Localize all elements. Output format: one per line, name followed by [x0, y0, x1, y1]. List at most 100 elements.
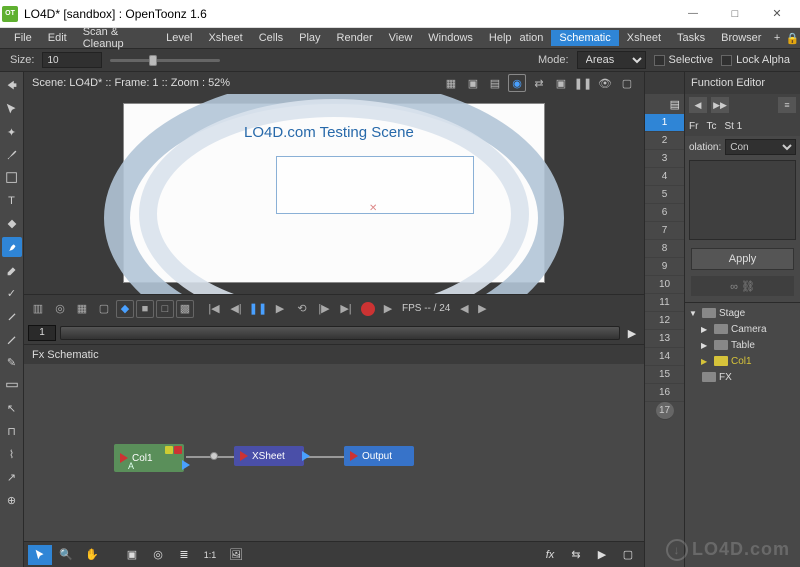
size-input[interactable] [42, 52, 102, 68]
frame-row-15[interactable]: 15 [645, 366, 684, 384]
tool-pinch[interactable]: ↖ [2, 398, 22, 418]
current-frame-input[interactable]: 1 [28, 325, 56, 341]
frame-row-10[interactable]: 10 [645, 276, 684, 294]
tool-hook[interactable]: ⊕ [2, 490, 22, 510]
frame-row-2[interactable]: 2 [645, 132, 684, 150]
frame-row-13[interactable]: 13 [645, 330, 684, 348]
playrange-arrow-icon[interactable]: ▶ [380, 299, 396, 319]
tree-stage[interactable]: ▼Stage [687, 305, 798, 321]
frame-row-6[interactable]: 6 [645, 204, 684, 222]
tool-type[interactable]: T [2, 191, 22, 211]
apply-button[interactable]: Apply [691, 248, 794, 270]
prev-frame-button[interactable]: ◀| [226, 299, 246, 319]
fps-up-button[interactable]: ▶ [474, 299, 490, 319]
tree-table[interactable]: ▶Table [687, 337, 798, 353]
tool-stylepicker[interactable] [2, 306, 22, 326]
checkbg-icon[interactable]: ▩ [176, 300, 194, 318]
schematic-fit-button[interactable]: ▣ [120, 545, 144, 565]
freeze-icon[interactable]: ❚❚ [574, 74, 592, 92]
tool-eraser[interactable] [2, 260, 22, 280]
tab-tc[interactable]: Tc [706, 121, 716, 132]
schematic-image-button[interactable]: 🖼 [224, 545, 248, 565]
pause-button[interactable]: ❚❚ [248, 299, 268, 319]
schematic-hand-tool[interactable]: ✋ [80, 545, 104, 565]
frame-row-5[interactable]: 5 [645, 186, 684, 204]
tool-paintbucket[interactable] [2, 237, 22, 257]
loop-button[interactable]: ⟲ [292, 299, 312, 319]
fps-down-button[interactable]: ◀ [456, 299, 472, 319]
3dview-icon[interactable]: ⇄ [530, 74, 548, 92]
node-xsheet[interactable]: XSheet [234, 446, 304, 466]
compare-icon[interactable]: ▦ [72, 299, 92, 319]
histogram-icon[interactable]: ▥ [28, 299, 48, 319]
tool-skeleton[interactable]: ↗ [2, 467, 22, 487]
schematic-reset-button[interactable]: 1:1 [198, 545, 222, 565]
onion-skin-toggle[interactable]: ▤ [645, 94, 684, 114]
frame-row-8[interactable]: 8 [645, 240, 684, 258]
mode-select[interactable]: Areas [577, 51, 646, 69]
schematic-reorder-button[interactable]: ≣ [172, 545, 196, 565]
frame-row-7[interactable]: 7 [645, 222, 684, 240]
tool-ruler[interactable] [2, 375, 22, 395]
menu-cells[interactable]: Cells [251, 30, 291, 46]
tool-paintbrush[interactable] [2, 145, 22, 165]
cameraview-icon[interactable]: ▣ [552, 74, 570, 92]
tab-st1[interactable]: St 1 [724, 121, 742, 132]
node-col1[interactable]: Col1 A [114, 444, 184, 472]
tool-geometry[interactable] [2, 168, 22, 188]
function-curve-area[interactable] [689, 160, 796, 240]
window-minimize-button[interactable] [672, 0, 714, 28]
record-button[interactable] [358, 299, 378, 319]
schematic-pointer-tool[interactable] [28, 545, 52, 565]
size-slider[interactable] [110, 52, 220, 68]
menu-level[interactable]: Level [158, 30, 200, 46]
frame-row-17[interactable]: 17 [656, 402, 674, 420]
tool-selection[interactable] [2, 99, 22, 119]
frame-row-3[interactable]: 3 [645, 150, 684, 168]
next-keyframe-button[interactable]: ▶▶ [711, 97, 729, 113]
room-tab-browser[interactable]: Browser [713, 30, 769, 46]
tool-brush[interactable]: ✦ [2, 122, 22, 142]
frame-row-9[interactable]: 9 [645, 258, 684, 276]
first-frame-button[interactable]: |◀ [204, 299, 224, 319]
menu-edit[interactable]: Edit [40, 30, 75, 46]
frame-row-12[interactable]: 12 [645, 312, 684, 330]
timeline-track[interactable] [60, 326, 620, 340]
tree-camera[interactable]: ▶Camera [687, 321, 798, 337]
room-tab-schematic[interactable]: Schematic [551, 30, 618, 46]
preview-icon[interactable]: 👁 [596, 74, 614, 92]
keyframe-options-button[interactable]: ≡ [778, 97, 796, 113]
frame-row-16[interactable]: 16 [645, 384, 684, 402]
new-room-button[interactable]: + [769, 32, 784, 44]
schematic-menu-button[interactable]: ▶ [590, 545, 614, 565]
bg-icon[interactable]: ◆ [116, 300, 134, 318]
define-subcamera-icon[interactable]: ▢ [94, 299, 114, 319]
camerastand-icon[interactable]: ◉ [508, 74, 526, 92]
window-close-button[interactable] [756, 0, 798, 28]
tool-fill[interactable] [2, 214, 22, 234]
menu-play[interactable]: Play [291, 30, 328, 46]
tool-tape[interactable]: ✓ [2, 283, 22, 303]
snapshot-icon[interactable]: ◎ [50, 299, 70, 319]
tab-fr[interactable]: Fr [689, 121, 698, 132]
play-button[interactable]: ▶ [270, 299, 290, 319]
schematic-zoom-tool[interactable]: 🔍 [54, 545, 78, 565]
whitebg-icon[interactable]: □ [156, 300, 174, 318]
frame-row-4[interactable]: 4 [645, 168, 684, 186]
room-tab-tasks[interactable]: Tasks [669, 30, 713, 46]
selective-checkbox[interactable]: Selective [654, 54, 714, 66]
menu-file[interactable]: File [6, 30, 40, 46]
schematic-output-button[interactable]: ▢ [616, 545, 640, 565]
interpolation-select[interactable]: Con [725, 139, 796, 155]
menu-scan-cleanup[interactable]: Scan & Cleanup [75, 24, 158, 52]
room-tab-xsheet[interactable]: Xsheet [619, 30, 669, 46]
window-maximize-button[interactable] [714, 0, 756, 28]
tool-magnet[interactable]: ⊓ [2, 421, 22, 441]
room-tab-ation[interactable]: ation [512, 30, 552, 46]
node-output[interactable]: Output [344, 446, 414, 466]
next-frame-button[interactable]: |▶ [314, 299, 334, 319]
frame-row-11[interactable]: 11 [645, 294, 684, 312]
tool-edit[interactable] [2, 76, 22, 96]
menu-render[interactable]: Render [329, 30, 381, 46]
schematic-canvas[interactable]: Col1 A XSheet Output [24, 364, 644, 541]
